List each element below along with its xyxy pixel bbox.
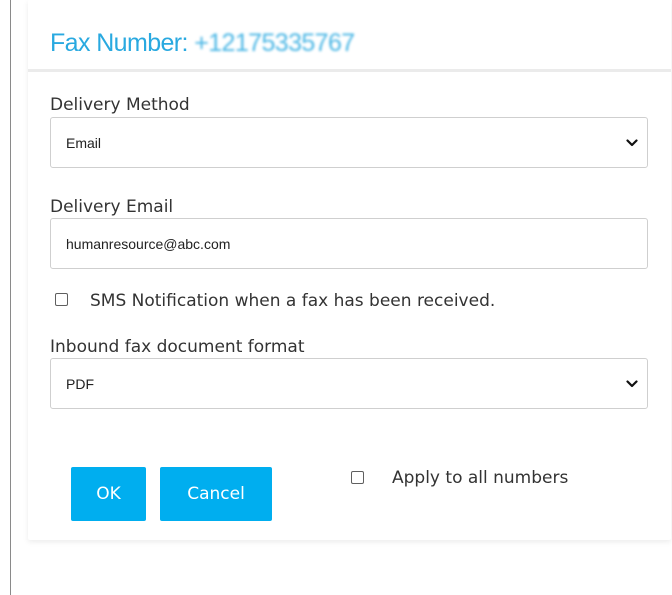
sms-notification-checkbox[interactable] (55, 293, 68, 306)
dialog-title: Fax Number: +12175335767 (50, 29, 355, 58)
delivery-method-label: Delivery Method (50, 95, 190, 115)
window-left-edge (10, 0, 11, 595)
cancel-button[interactable]: Cancel (160, 467, 272, 521)
delivery-email-value: humanresource@abc.com (66, 236, 231, 252)
sms-notification-label: SMS Notification when a fax has been rec… (90, 291, 496, 311)
delivery-email-label: Delivery Email (50, 197, 174, 217)
apply-all-label: Apply to all numbers (392, 468, 569, 488)
ok-button[interactable]: OK (71, 467, 146, 521)
delivery-method-select[interactable]: Email (50, 117, 648, 168)
document-format-value: PDF (66, 376, 94, 392)
apply-all-checkbox[interactable] (351, 471, 364, 484)
chevron-down-icon (626, 380, 638, 388)
document-format-label: Inbound fax document format (50, 337, 305, 357)
fax-number-dialog: Fax Number: +12175335767 Delivery Method… (28, 0, 671, 540)
fax-number: +12175335767 (194, 29, 355, 57)
delivery-method-value: Email (66, 135, 102, 151)
chevron-down-icon (626, 139, 638, 147)
title-divider (28, 69, 671, 72)
delivery-email-field[interactable]: humanresource@abc.com (50, 218, 648, 269)
title-label: Fax Number: (50, 29, 188, 57)
document-format-select[interactable]: PDF (50, 358, 648, 409)
